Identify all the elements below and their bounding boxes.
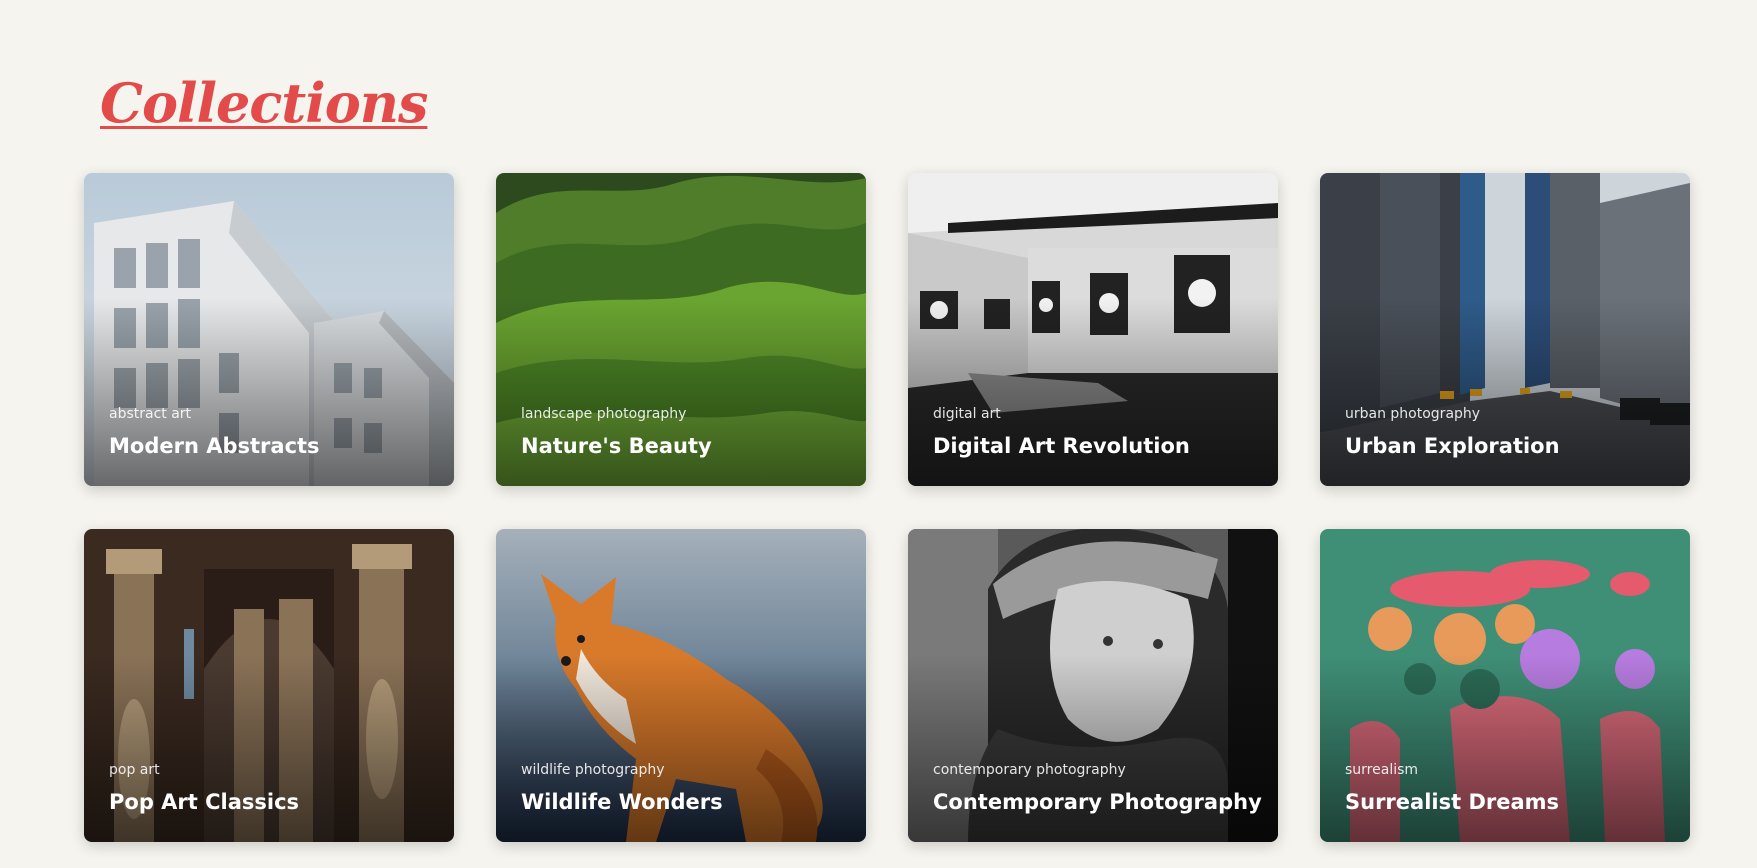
- page-title: Collections: [100, 71, 428, 135]
- collection-category: surrealism: [1345, 762, 1419, 778]
- collection-category: digital art: [933, 406, 1001, 422]
- collection-card-urban-exploration[interactable]: urban photography Urban Exploration: [1320, 173, 1690, 486]
- collections-grid: abstract art Modern Abstracts landscape …: [84, 173, 1690, 842]
- collection-title: Contemporary Photography: [933, 790, 1262, 814]
- collections-page: Collections abstract art Modern Abstract…: [0, 0, 1757, 868]
- collection-category: abstract art: [109, 406, 192, 422]
- collection-category: contemporary photography: [933, 762, 1126, 778]
- collection-card-contemporary-photography[interactable]: contemporary photography Contemporary Ph…: [908, 529, 1278, 842]
- collection-category: urban photography: [1345, 406, 1481, 422]
- collection-title: Nature's Beauty: [521, 434, 712, 458]
- collection-title: Wildlife Wonders: [521, 790, 723, 814]
- collection-title: Urban Exploration: [1345, 434, 1560, 458]
- collection-title: Modern Abstracts: [109, 434, 320, 458]
- collection-category: pop art: [109, 762, 160, 778]
- collection-title: Pop Art Classics: [109, 790, 300, 814]
- collection-title: Surrealist Dreams: [1345, 790, 1560, 814]
- collection-card-modern-abstracts[interactable]: abstract art Modern Abstracts: [84, 173, 454, 486]
- collection-card-surrealist-dreams[interactable]: surrealism Surrealist Dreams: [1320, 529, 1690, 842]
- collection-card-pop-art-classics[interactable]: pop art Pop Art Classics: [84, 529, 454, 842]
- collection-category: wildlife photography: [521, 762, 665, 778]
- collection-card-wildlife-wonders[interactable]: wildlife photography Wildlife Wonders: [496, 529, 866, 842]
- collection-card-natures-beauty[interactable]: landscape photography Nature's Beauty: [496, 173, 866, 486]
- collection-title: Digital Art Revolution: [933, 434, 1190, 458]
- collection-card-digital-art-revolution[interactable]: digital art Digital Art Revolution: [908, 173, 1278, 486]
- collection-category: landscape photography: [521, 406, 687, 422]
